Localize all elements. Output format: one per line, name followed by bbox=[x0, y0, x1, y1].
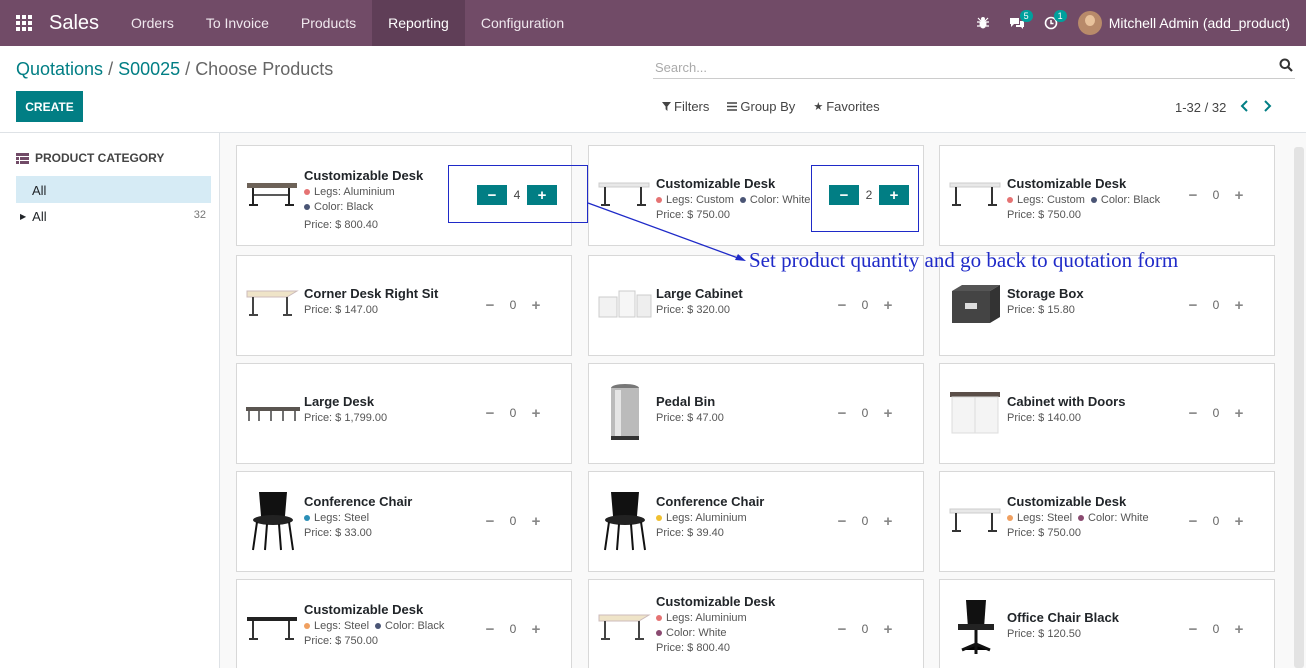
annotation-text: Set product quantity and go back to quot… bbox=[749, 248, 1179, 272]
annotation-arrow bbox=[587, 202, 746, 261]
